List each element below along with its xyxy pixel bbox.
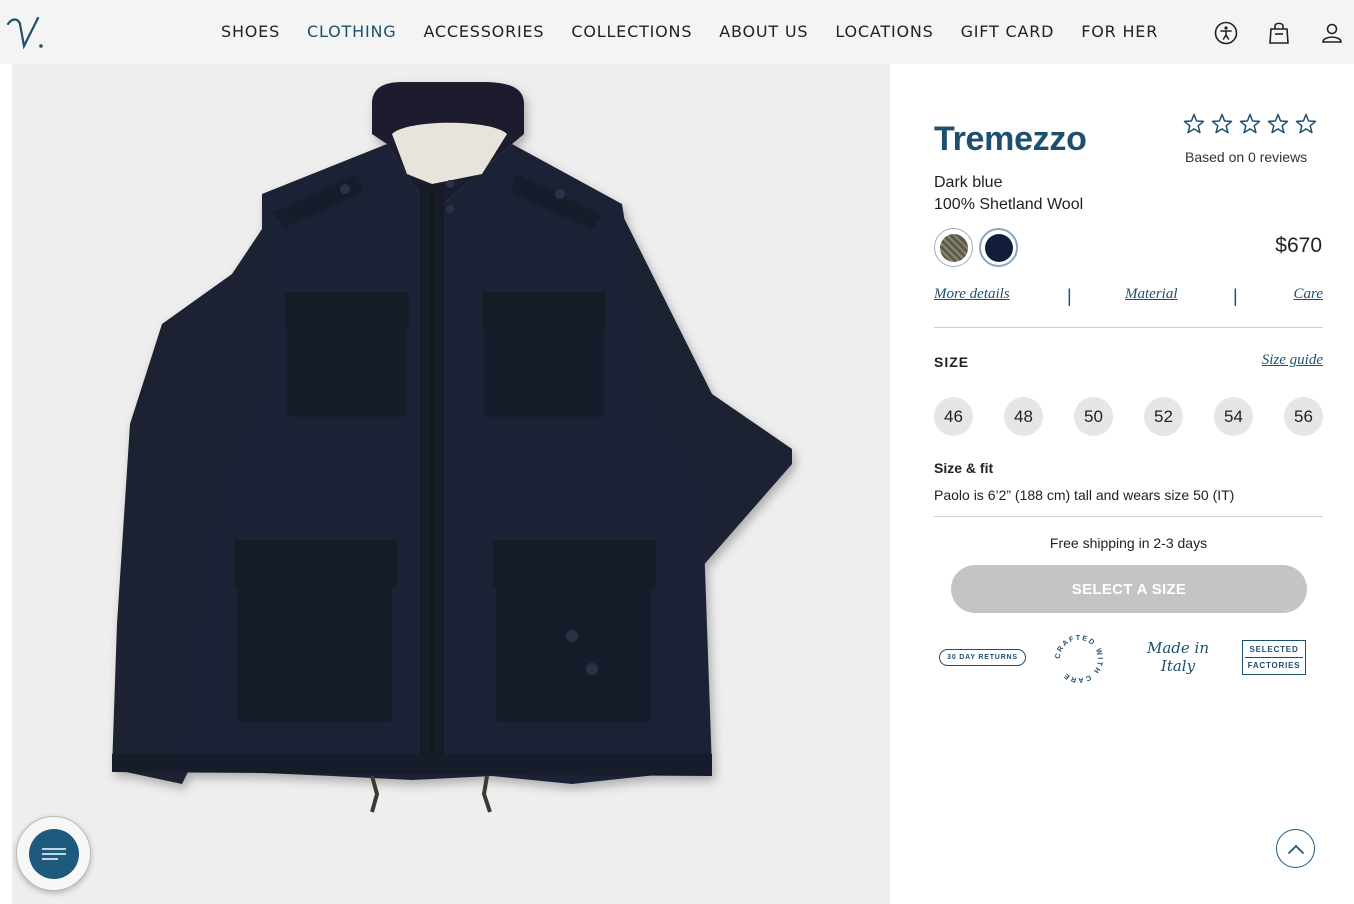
rating-stars[interactable] [1182, 112, 1318, 136]
swatch-green-check[interactable] [934, 228, 973, 267]
product-price: $670 [1275, 234, 1322, 257]
nav-locations[interactable]: LOCATIONS [835, 22, 933, 41]
header-actions [1213, 20, 1344, 45]
nav-accessories[interactable]: ACCESSORIES [423, 22, 544, 41]
star-icon [1295, 113, 1317, 134]
review-count[interactable]: Based on 0 reviews [1185, 149, 1307, 165]
product-title: Tremezzo [934, 120, 1087, 158]
detail-links: More details | Material | Care [934, 286, 1323, 308]
made-in-italy-badge: Made in Italy [1142, 639, 1214, 675]
star-icon [1211, 113, 1233, 134]
size-options: 46 48 50 52 54 56 [934, 397, 1323, 436]
brand-logo[interactable] [4, 10, 48, 54]
chevron-up-icon [1287, 844, 1304, 854]
size-option-52[interactable]: 52 [1144, 397, 1183, 436]
color-name: Dark blue [934, 174, 1003, 191]
account-icon[interactable] [1319, 20, 1344, 45]
main-nav: SHOES CLOTHING ACCESSORIES COLLECTIONS A… [221, 22, 1185, 41]
size-option-56[interactable]: 56 [1284, 397, 1323, 436]
size-fit-label: Size & fit [934, 460, 994, 476]
size-guide-link[interactable]: Size guide [1262, 352, 1323, 369]
swatch-fill [939, 233, 968, 262]
nav-about-us[interactable]: ABOUT US [719, 22, 808, 41]
crafted-with-care-badge: CRAFTED WITH CARE [1054, 634, 1104, 684]
link-separator: | [1233, 286, 1238, 306]
size-option-50[interactable]: 50 [1074, 397, 1113, 436]
material-link[interactable]: Material [1125, 286, 1178, 303]
nav-for-her[interactable]: FOR HER [1081, 22, 1158, 41]
star-icon [1239, 113, 1261, 134]
returns-badge: 30 DAY RETURNS [939, 649, 1026, 666]
care-link[interactable]: Care [1294, 286, 1323, 303]
shipping-info: Free shipping in 2-3 days [1049, 535, 1208, 551]
badge-line: SELECTED [1249, 645, 1299, 654]
more-details-link[interactable]: More details [934, 286, 1010, 303]
chat-button[interactable] [16, 816, 91, 891]
size-label: SIZE [934, 354, 970, 370]
size-option-46[interactable]: 46 [934, 397, 973, 436]
size-fit-text: Paolo is 6’2” (188 cm) tall and wears si… [934, 487, 1235, 503]
product-image-panel [12, 64, 890, 904]
selected-factories-badge: SELECTED FACTORIES [1242, 640, 1306, 675]
size-option-54[interactable]: 54 [1214, 397, 1253, 436]
size-option-48[interactable]: 48 [1004, 397, 1043, 436]
divider [934, 327, 1323, 328]
badge-line: Made in [1146, 639, 1209, 657]
badge-line: Italy [1160, 657, 1196, 675]
select-size-button[interactable]: SELECT A SIZE [951, 565, 1307, 613]
nav-shoes[interactable]: SHOES [221, 22, 280, 41]
swatch-fill [984, 233, 1013, 262]
badge-line: FACTORIES [1247, 661, 1301, 670]
site-header: SHOES CLOTHING ACCESSORIES COLLECTIONS A… [0, 0, 1354, 64]
chat-icon [28, 828, 79, 879]
nav-gift-card[interactable]: GIFT CARD [961, 22, 1055, 41]
nav-collections[interactable]: COLLECTIONS [571, 22, 692, 41]
nav-clothing[interactable]: CLOTHING [307, 22, 396, 41]
shopping-bag-icon[interactable] [1266, 20, 1291, 45]
star-icon [1183, 113, 1205, 134]
product-image[interactable] [12, 64, 890, 904]
star-icon [1267, 113, 1289, 134]
link-separator: | [1067, 286, 1072, 306]
material-text: 100% Shetland Wool [934, 196, 1084, 213]
scroll-to-top-button[interactable] [1276, 829, 1315, 868]
divider [934, 516, 1323, 517]
accessibility-icon[interactable] [1213, 20, 1238, 45]
svg-text:CRAFTED WITH CARE: CRAFTED WITH CARE [1054, 634, 1104, 684]
color-swatches [934, 228, 1018, 267]
swatch-dark-blue[interactable] [979, 228, 1018, 267]
trust-badges: 30 DAY RETURNS CRAFTED WITH CARE Made in… [934, 632, 1323, 692]
